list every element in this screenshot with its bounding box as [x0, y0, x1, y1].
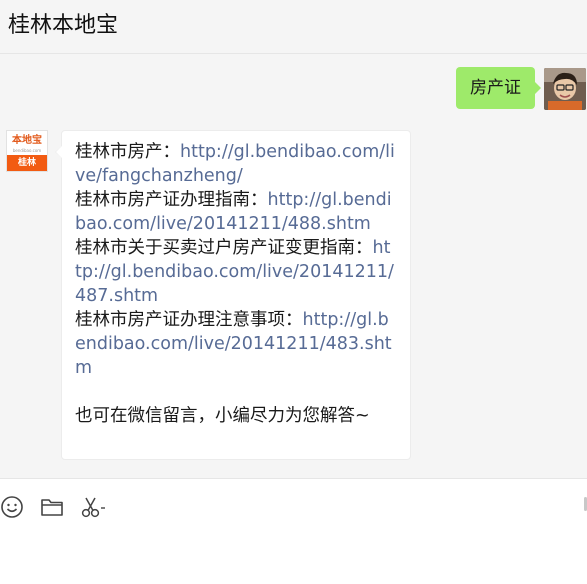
chat-header: 桂林本地宝 [0, 0, 587, 54]
folder-icon[interactable] [40, 495, 64, 519]
sent-message-bubble[interactable]: 房产证 [456, 67, 541, 109]
message-line-3: 桂林市关于买卖过户房产证变更指南：http://gl.bendibao.com/… [75, 236, 397, 308]
chat-title: 桂林本地宝 [8, 13, 119, 38]
bendibao-logo-domain: bendibao.com [12, 148, 42, 153]
chat-messages-area[interactable]: 房产证 本地宝 bendibao.com 桂林 桂林市房产：http://gl.… [0, 54, 587, 478]
line2-label: 桂林市房产证办理指南： [75, 190, 268, 210]
line1-label: 桂林市房产： [75, 142, 180, 162]
message-line-1: 桂林市房产：http://gl.bendibao.com/live/fangch… [75, 140, 397, 188]
line3-label: 桂林市关于买卖过户房产证变更指南： [75, 238, 373, 258]
line4-label: 桂林市房产证办理注意事项： [75, 310, 303, 330]
message-spacer [75, 380, 397, 404]
emoji-icon[interactable] [0, 495, 24, 519]
message-input-area[interactable] [0, 478, 587, 584]
message-closing: 也可在微信留言，小编尽力为您解答~ [75, 406, 370, 426]
received-message-bubble: 桂林市房产：http://gl.bendibao.com/live/fangch… [55, 130, 411, 460]
scissors-icon[interactable] [80, 495, 110, 519]
user-avatar[interactable] [544, 68, 586, 110]
message-line-4: 桂林市房产证办理注意事项：http://gl.bendibao.com/live… [75, 308, 397, 380]
message-line-2: 桂林市房产证办理指南：http://gl.bendibao.com/live/2… [75, 188, 397, 236]
bendibao-logo-city: 桂林 [7, 155, 47, 171]
bendibao-avatar[interactable]: 本地宝 bendibao.com 桂林 [6, 130, 48, 172]
